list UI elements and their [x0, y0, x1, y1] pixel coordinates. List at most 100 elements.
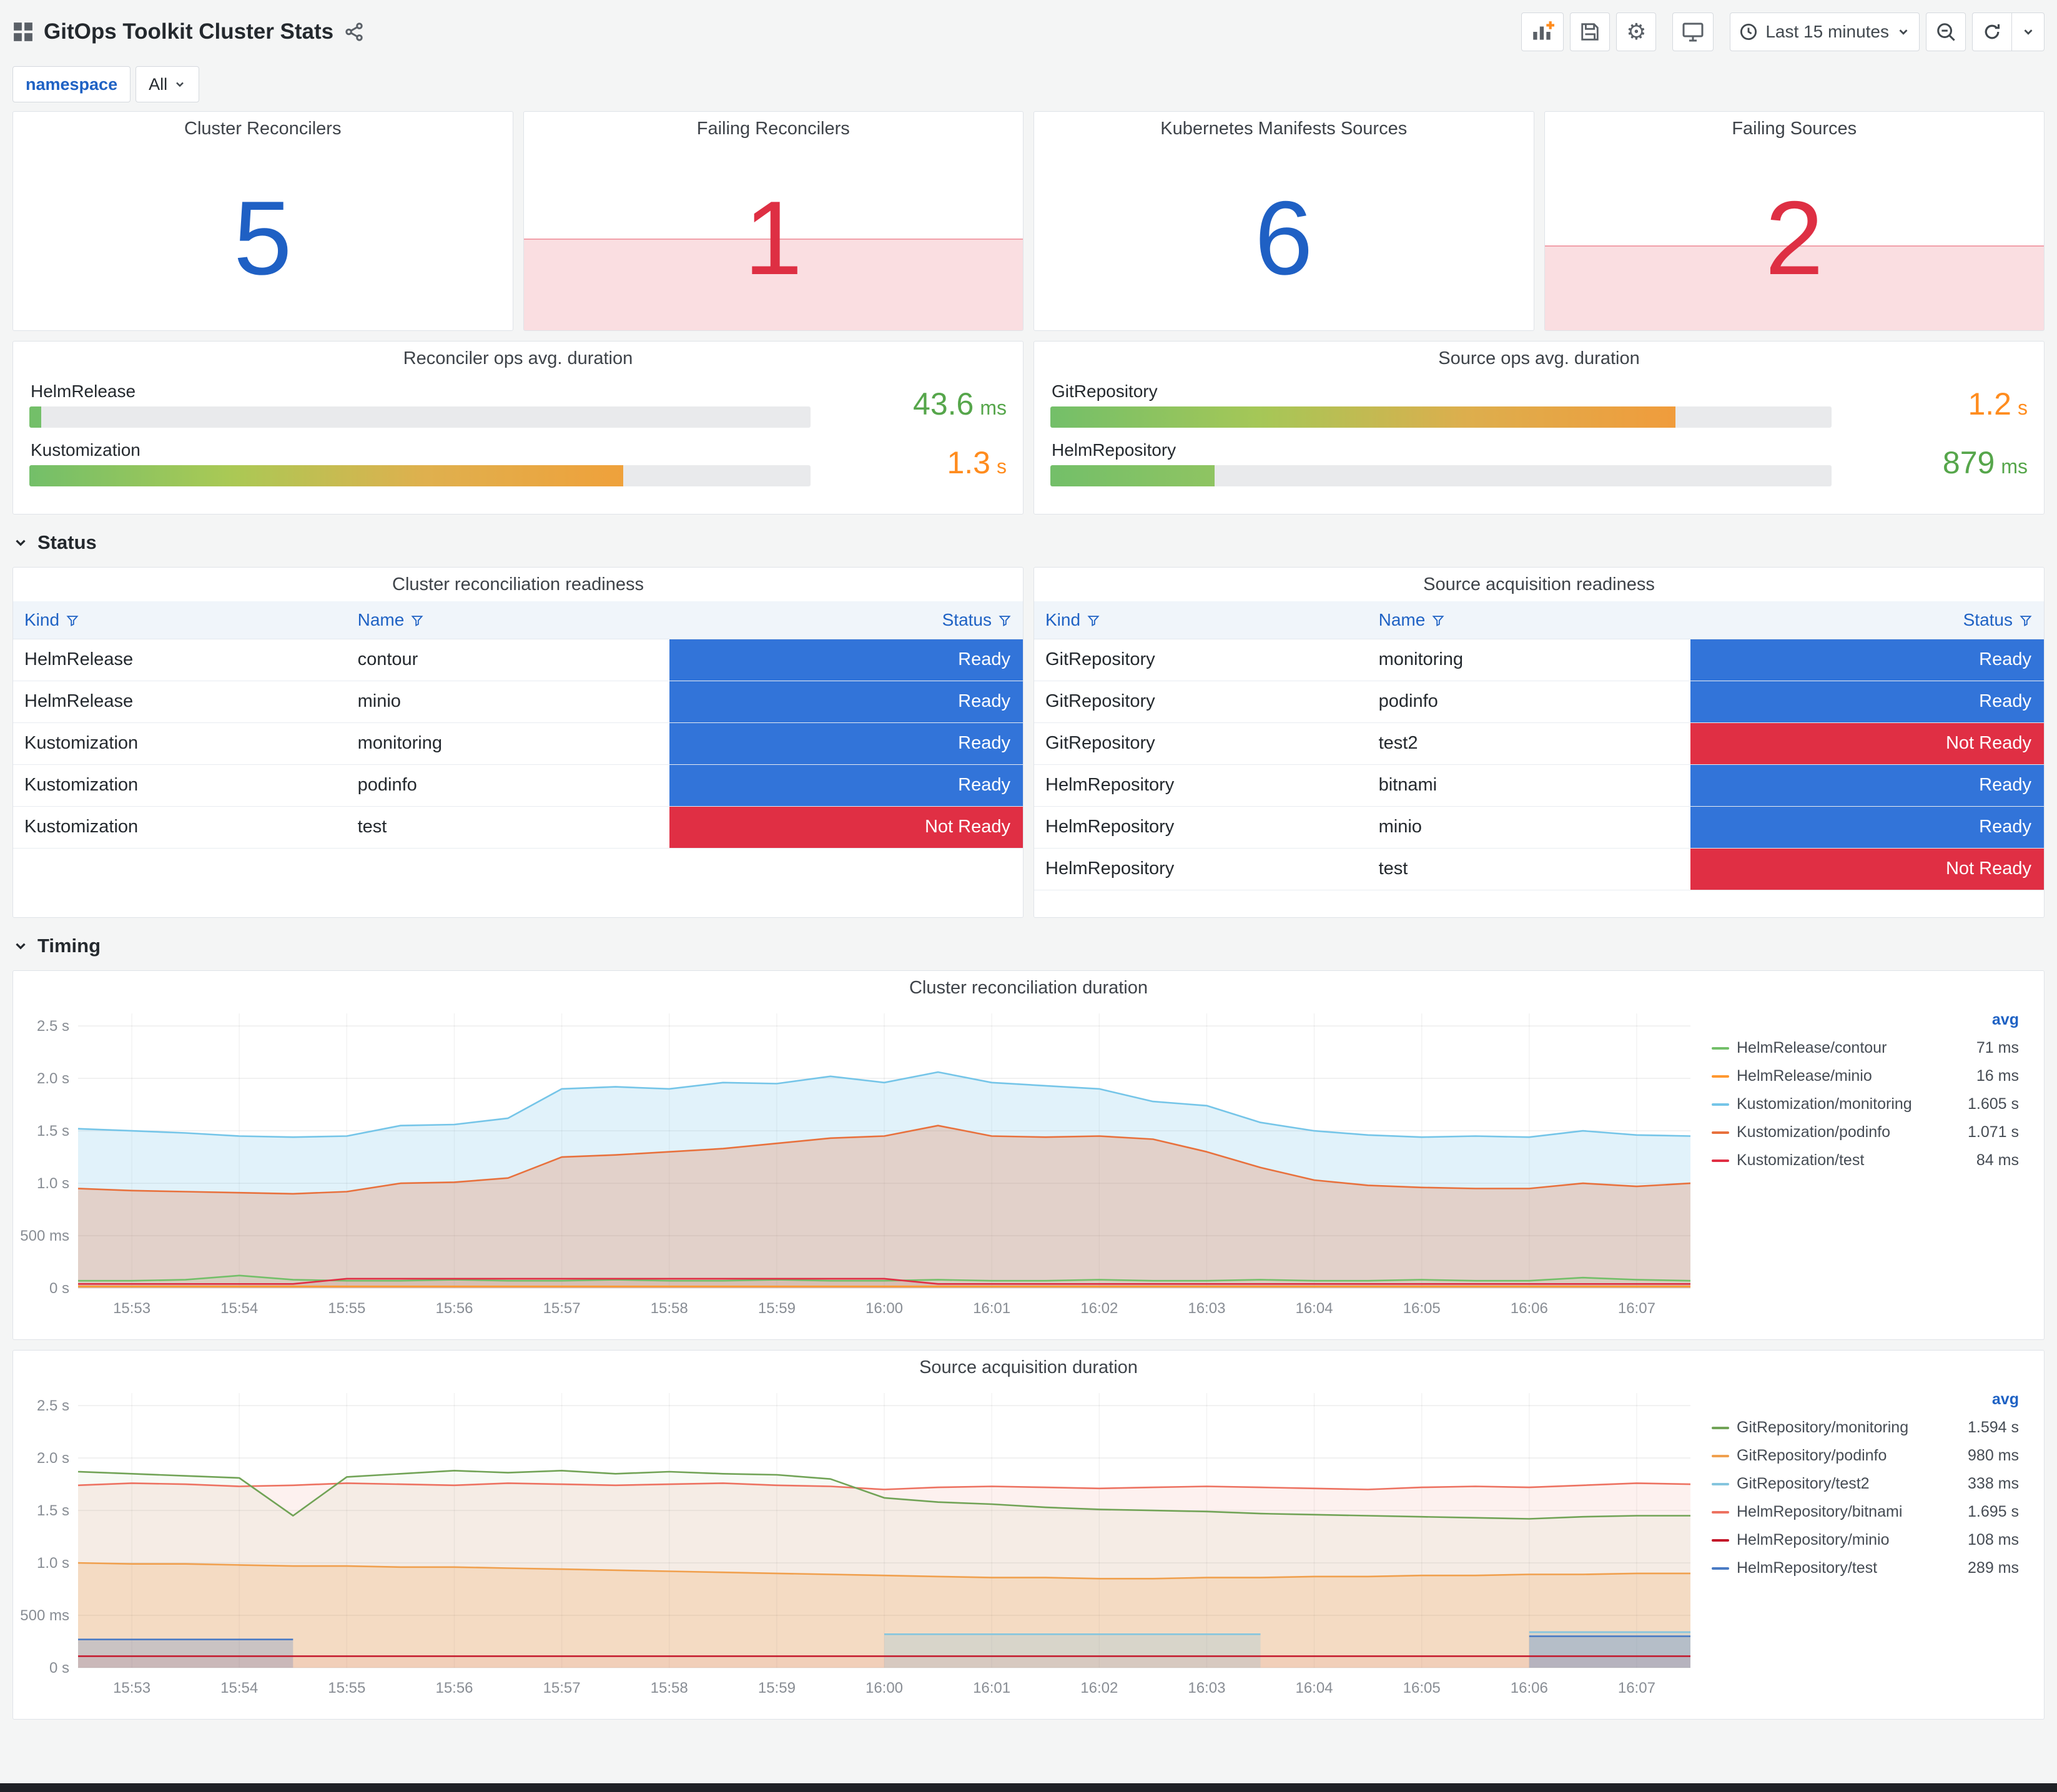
legend-item[interactable]: Kustomization/test 84 ms	[1712, 1146, 2019, 1174]
panel-title[interactable]: Kubernetes Manifests Sources	[1034, 112, 1534, 145]
legend-series-name[interactable]: GitRepository/test2	[1737, 1475, 1960, 1493]
legend-series-name[interactable]: HelmRepository/minio	[1737, 1531, 1960, 1549]
gauge-value: 1.2 s	[1853, 386, 2028, 422]
dashboards-grid-icon[interactable]	[12, 21, 34, 42]
cell-kind: Kustomization	[13, 722, 347, 765]
column-header-status[interactable]: Status	[1690, 601, 2044, 639]
panel-title[interactable]: Source acquisition readiness	[1034, 568, 2044, 601]
legend-avg-header[interactable]: avg	[1712, 1011, 2019, 1029]
svg-text:2.0 s: 2.0 s	[37, 1070, 69, 1087]
legend-item[interactable]: Kustomization/podinfo 1.071 s	[1712, 1118, 2019, 1146]
legend-series-name[interactable]: HelmRelease/contour	[1737, 1039, 1969, 1057]
filter-funnel-icon[interactable]	[66, 614, 79, 628]
svg-text:500 ms: 500 ms	[20, 1607, 69, 1624]
filter-funnel-icon[interactable]	[998, 614, 1012, 628]
table-panel-1: Source acquisition readiness Kind Name Sta…	[1033, 567, 2045, 918]
svg-text:15:59: 15:59	[758, 1680, 796, 1696]
refresh-button[interactable]	[1972, 12, 2012, 51]
save-dashboard-button[interactable]	[1570, 12, 1611, 51]
panel-title[interactable]: Reconciler ops avg. duration	[13, 342, 1023, 375]
legend-series-name[interactable]: Kustomization/monitoring	[1737, 1095, 1960, 1113]
legend-series-name[interactable]: HelmRelease/minio	[1737, 1067, 1969, 1085]
section-timing[interactable]: Timing	[12, 928, 2045, 964]
add-panel-button[interactable]	[1521, 12, 1564, 51]
svg-text:0 s: 0 s	[49, 1660, 69, 1676]
panel-title[interactable]: Cluster reconciliation readiness	[13, 568, 1023, 601]
namespace-filter-label[interactable]: namespace	[12, 66, 131, 102]
svg-text:16:02: 16:02	[1080, 1300, 1118, 1317]
legend-item[interactable]: HelmRelease/contour 71 ms	[1712, 1034, 2019, 1062]
panel-title[interactable]: Source acquisition duration	[13, 1351, 2044, 1384]
zoom-out-time-button[interactable]	[1926, 12, 1966, 51]
header-bar: GitOps Toolkit Cluster Stats ⚙ Last 15 m…	[12, 7, 2045, 56]
share-icon[interactable]	[345, 22, 363, 41]
legend-item[interactable]: HelmRepository/bitnami 1.695 s	[1712, 1498, 2019, 1526]
panel-title[interactable]: Cluster Reconcilers	[13, 112, 513, 145]
table-row: HelmRepository minio Ready	[1034, 806, 2044, 849]
legend-item[interactable]: Kustomization/monitoring 1.605 s	[1712, 1090, 2019, 1118]
cell-status: Ready	[1690, 806, 2044, 849]
stat-value-wrap: 1	[524, 145, 1024, 330]
gauge-track	[1050, 406, 1832, 428]
section-status[interactable]: Status	[12, 524, 2045, 561]
legend-item[interactable]: HelmRelease/minio 16 ms	[1712, 1062, 2019, 1090]
legend-item[interactable]: GitRepository/test2 338 ms	[1712, 1470, 2019, 1498]
svg-text:16:07: 16:07	[1618, 1300, 1655, 1317]
gauge-value-number: 1.2	[1968, 386, 2011, 421]
gauge-value-unit: s	[2018, 396, 2028, 419]
column-header-kind[interactable]: Kind	[13, 601, 347, 639]
time-range-picker[interactable]: Last 15 minutes	[1730, 12, 1920, 51]
refresh-interval-dropdown[interactable]	[2012, 12, 2045, 51]
bar-gauge-row: HelmRepository 879 ms	[1034, 434, 2044, 493]
cell-name: monitoring	[346, 722, 670, 765]
legend-series-name[interactable]: Kustomization/test	[1737, 1151, 1969, 1169]
time-range-label: Last 15 minutes	[1765, 22, 1889, 41]
svg-text:15:56: 15:56	[435, 1300, 473, 1317]
panel-title[interactable]: Cluster reconciliation duration	[13, 971, 2044, 1005]
column-header-name[interactable]: Name	[346, 601, 670, 639]
filter-funnel-icon[interactable]	[1431, 614, 1445, 628]
panel-title[interactable]: Failing Sources	[1545, 112, 2045, 145]
filter-funnel-icon[interactable]	[2019, 614, 2033, 628]
svg-text:1.0 s: 1.0 s	[37, 1555, 69, 1572]
series-color-dash	[1712, 1075, 1729, 1078]
column-header-status[interactable]: Status	[669, 601, 1023, 639]
legend-series-name[interactable]: HelmRepository/test	[1737, 1559, 1960, 1577]
filter-funnel-icon[interactable]	[1087, 614, 1100, 628]
legend-item[interactable]: GitRepository/podinfo 980 ms	[1712, 1442, 2019, 1470]
cell-status: Ready	[669, 764, 1023, 807]
panel-title[interactable]: Source ops avg. duration	[1034, 342, 2044, 375]
gear-icon: ⚙	[1626, 19, 1647, 44]
svg-text:15:53: 15:53	[113, 1680, 150, 1696]
svg-text:15:57: 15:57	[543, 1300, 581, 1317]
legend-item[interactable]: HelmRepository/minio 108 ms	[1712, 1526, 2019, 1554]
filter-funnel-icon[interactable]	[410, 614, 424, 628]
legend-series-name[interactable]: GitRepository/podinfo	[1737, 1447, 1960, 1465]
table-row: GitRepository monitoring Ready	[1034, 639, 2044, 681]
column-header-name[interactable]: Name	[1367, 601, 1691, 639]
legend-item[interactable]: HelmRepository/test 289 ms	[1712, 1554, 2019, 1582]
cell-name: contour	[346, 639, 670, 681]
legend-item[interactable]: GitRepository/monitoring 1.594 s	[1712, 1414, 2019, 1442]
svg-text:16:07: 16:07	[1618, 1680, 1655, 1696]
svg-text:16:03: 16:03	[1188, 1680, 1225, 1696]
namespace-filter-value[interactable]: All	[136, 66, 200, 102]
svg-text:16:01: 16:01	[973, 1680, 1010, 1696]
legend-avg-header[interactable]: avg	[1712, 1391, 2019, 1409]
legend-series-name[interactable]: Kustomization/podinfo	[1737, 1123, 1960, 1141]
tv-mode-button[interactable]	[1672, 12, 1714, 51]
chart-legend: avg HelmRelease/contour 71 ms HelmReleas…	[1708, 1005, 2035, 1324]
bar-gauge-row: GitRepository 1.2 s	[1034, 375, 2044, 434]
panel-title[interactable]: Failing Reconcilers	[524, 112, 1024, 145]
chevron-down-icon	[16, 943, 26, 950]
stat-panel-3: Failing Sources 2	[1544, 111, 2045, 331]
legend-series-name[interactable]: HelmRepository/bitnami	[1737, 1503, 1960, 1521]
cell-name: bitnami	[1367, 764, 1691, 807]
gauge-row: Reconciler ops avg. duration HelmRelease…	[12, 341, 2045, 514]
panel-source-acquisition-duration: Source acquisition duration 0 s 500 ms 1.0…	[12, 1350, 2045, 1720]
dashboard-settings-button[interactable]: ⚙	[1616, 12, 1657, 51]
cell-status: Ready	[669, 722, 1023, 765]
column-header-kind[interactable]: Kind	[1034, 601, 1368, 639]
legend-series-name[interactable]: GitRepository/monitoring	[1737, 1419, 1960, 1437]
gauge-value-unit: ms	[980, 396, 1007, 419]
